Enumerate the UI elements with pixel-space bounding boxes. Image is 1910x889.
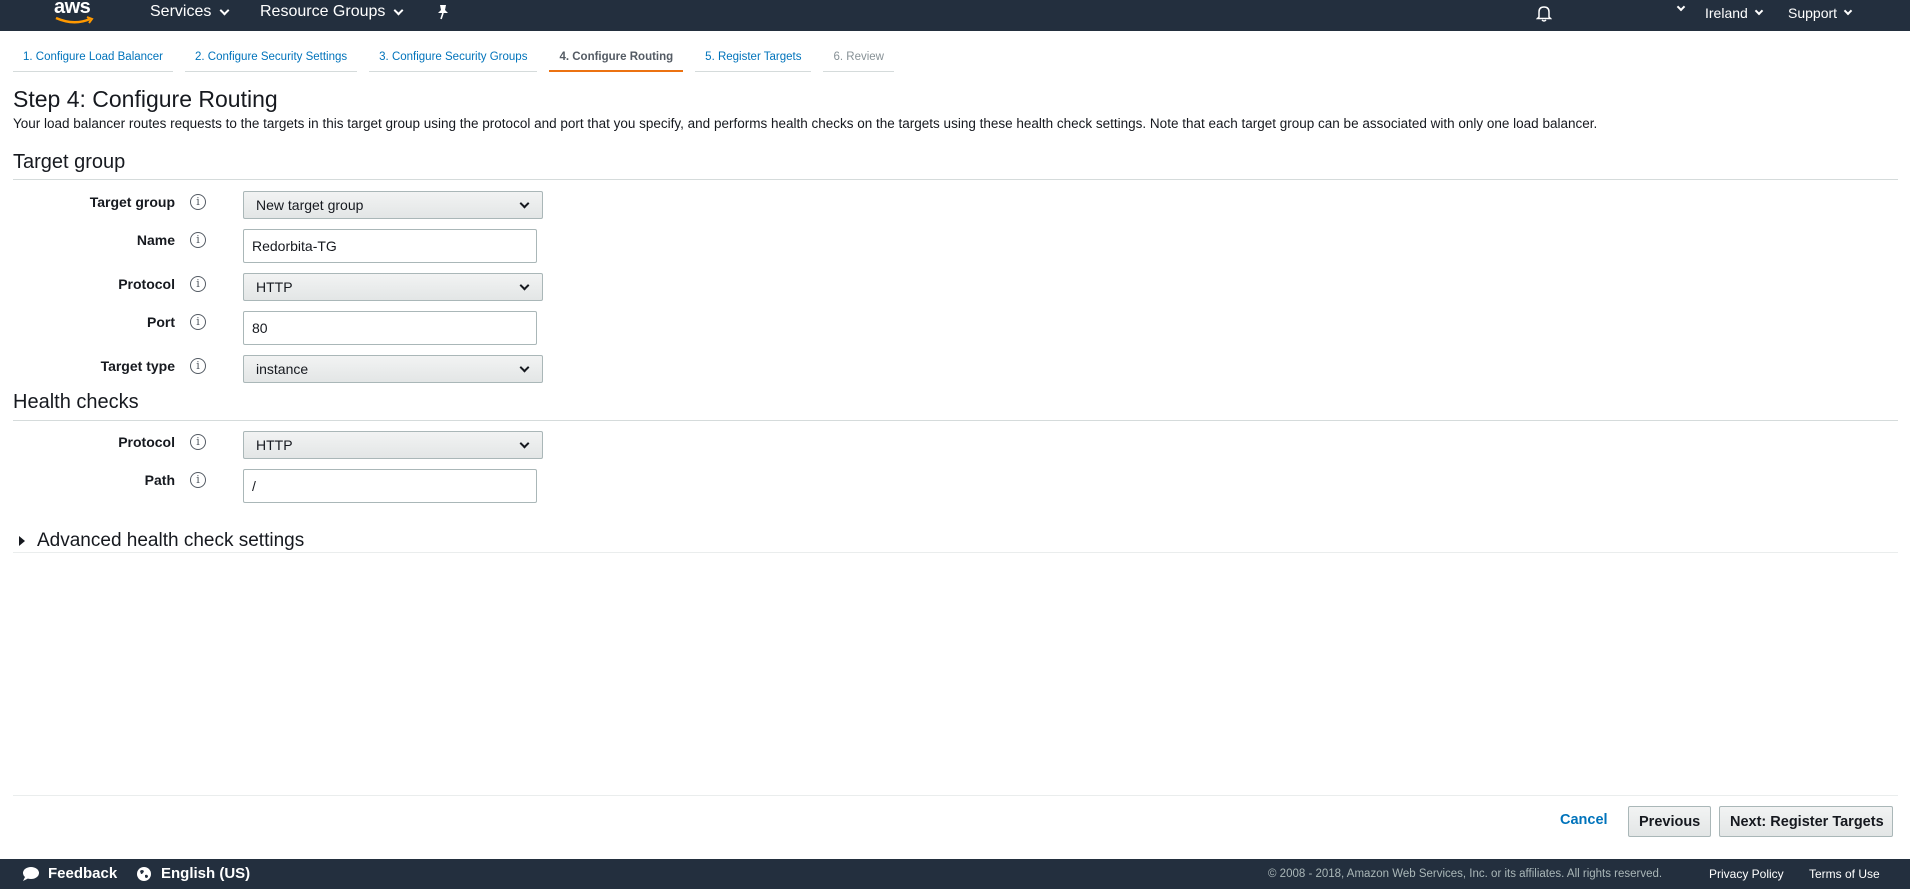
cancel-button[interactable]: Cancel [1560, 812, 1608, 828]
target-type-selected-value: instance [256, 361, 309, 377]
bottom-bar: Feedback English (US) © 2008 - 2018, Ama… [0, 859, 1910, 889]
section-divider [13, 420, 1898, 421]
aws-logo[interactable]: aws [52, 0, 100, 26]
protocol-select[interactable]: HTTP [243, 273, 543, 301]
name-label: Name [136, 232, 175, 248]
target-group-section-title: Target group [13, 151, 126, 173]
info-icon[interactable]: i [190, 194, 206, 210]
speech-bubble-icon [23, 866, 39, 881]
name-input[interactable] [243, 229, 537, 263]
info-icon[interactable]: i [190, 314, 206, 330]
chevron-down-icon [393, 5, 404, 15]
feedback-label: Feedback [48, 865, 118, 882]
health-protocol-label: Protocol [118, 434, 175, 450]
protocol-selected-value: HTTP [256, 279, 293, 295]
section-divider [13, 552, 1898, 553]
chevron-down-icon [519, 280, 530, 291]
target-type-select[interactable]: instance [243, 355, 543, 383]
support-menu[interactable]: Support [1788, 5, 1853, 21]
info-icon[interactable]: i [190, 232, 206, 248]
resource-groups-label: Resource Groups [260, 3, 386, 20]
tab-configure-routing[interactable]: 4. Configure Routing [549, 48, 684, 72]
page-title: Step 4: Configure Routing [13, 86, 278, 112]
resource-groups-menu[interactable]: Resource Groups [260, 3, 404, 21]
advanced-health-check-toggle[interactable]: Advanced health check settings [19, 530, 304, 552]
actions-divider [13, 795, 1898, 796]
previous-button[interactable]: Previous [1628, 806, 1711, 837]
protocol-label: Protocol [118, 276, 175, 292]
port-input[interactable] [243, 311, 537, 345]
chevron-down-icon [219, 5, 230, 15]
info-icon[interactable]: i [190, 472, 206, 488]
services-label: Services [150, 3, 212, 20]
support-label: Support [1788, 5, 1838, 21]
services-menu[interactable]: Services [150, 3, 230, 21]
info-icon[interactable]: i [190, 276, 206, 292]
feedback-link[interactable]: Feedback [22, 865, 117, 882]
chevron-down-icon [519, 362, 530, 373]
target-type-label: Target type [100, 358, 175, 374]
chevron-down-icon [519, 198, 530, 209]
section-divider [13, 179, 1898, 180]
tab-register-targets[interactable]: 5. Register Targets [695, 48, 812, 72]
health-path-label: Path [144, 472, 175, 488]
globe-icon [137, 866, 151, 881]
target-group-label: Target group [89, 194, 175, 210]
chevron-down-icon [1754, 6, 1764, 16]
chevron-down-icon [1843, 6, 1853, 16]
health-path-input[interactable] [243, 469, 537, 503]
target-group-selected-value: New target group [256, 197, 364, 213]
wizard-steps: 1. Configure Load Balancer 2. Configure … [13, 48, 906, 72]
copyright-text: © 2008 - 2018, Amazon Web Services, Inc.… [1268, 868, 1663, 880]
aws-smile-icon [55, 16, 94, 24]
chevron-down-icon [519, 438, 530, 449]
info-icon[interactable]: i [190, 434, 206, 450]
tab-configure-load-balancer[interactable]: 1. Configure Load Balancer [13, 48, 174, 72]
terms-of-use-link[interactable]: Terms of Use [1809, 867, 1880, 881]
health-protocol-select[interactable]: HTTP [243, 431, 543, 459]
health-checks-section-title: Health checks [13, 391, 139, 413]
privacy-policy-link[interactable]: Privacy Policy [1709, 867, 1784, 881]
pin-icon[interactable] [436, 4, 450, 20]
account-chevron-down-icon[interactable] [1676, 2, 1686, 12]
page-description: Your load balancer routes requests to th… [13, 116, 1598, 131]
info-icon[interactable]: i [190, 358, 206, 374]
language-label: English (US) [161, 865, 251, 882]
bell-icon[interactable] [1536, 4, 1552, 22]
caret-right-icon [19, 536, 25, 546]
region-menu[interactable]: Ireland [1705, 5, 1764, 21]
language-selector[interactable]: English (US) [136, 865, 250, 882]
health-protocol-selected-value: HTTP [256, 437, 293, 453]
next-register-targets-button[interactable]: Next: Register Targets [1719, 806, 1893, 837]
target-group-select[interactable]: New target group [243, 191, 543, 219]
region-label: Ireland [1705, 5, 1748, 21]
port-label: Port [147, 314, 175, 330]
advanced-health-check-label: Advanced health check settings [37, 530, 305, 551]
tab-configure-security-groups[interactable]: 3. Configure Security Groups [369, 48, 538, 72]
tab-review: 6. Review [823, 48, 894, 72]
tab-configure-security-settings[interactable]: 2. Configure Security Settings [185, 48, 358, 72]
top-navigation: aws Services Resource Groups Ireland Sup… [0, 0, 1910, 31]
